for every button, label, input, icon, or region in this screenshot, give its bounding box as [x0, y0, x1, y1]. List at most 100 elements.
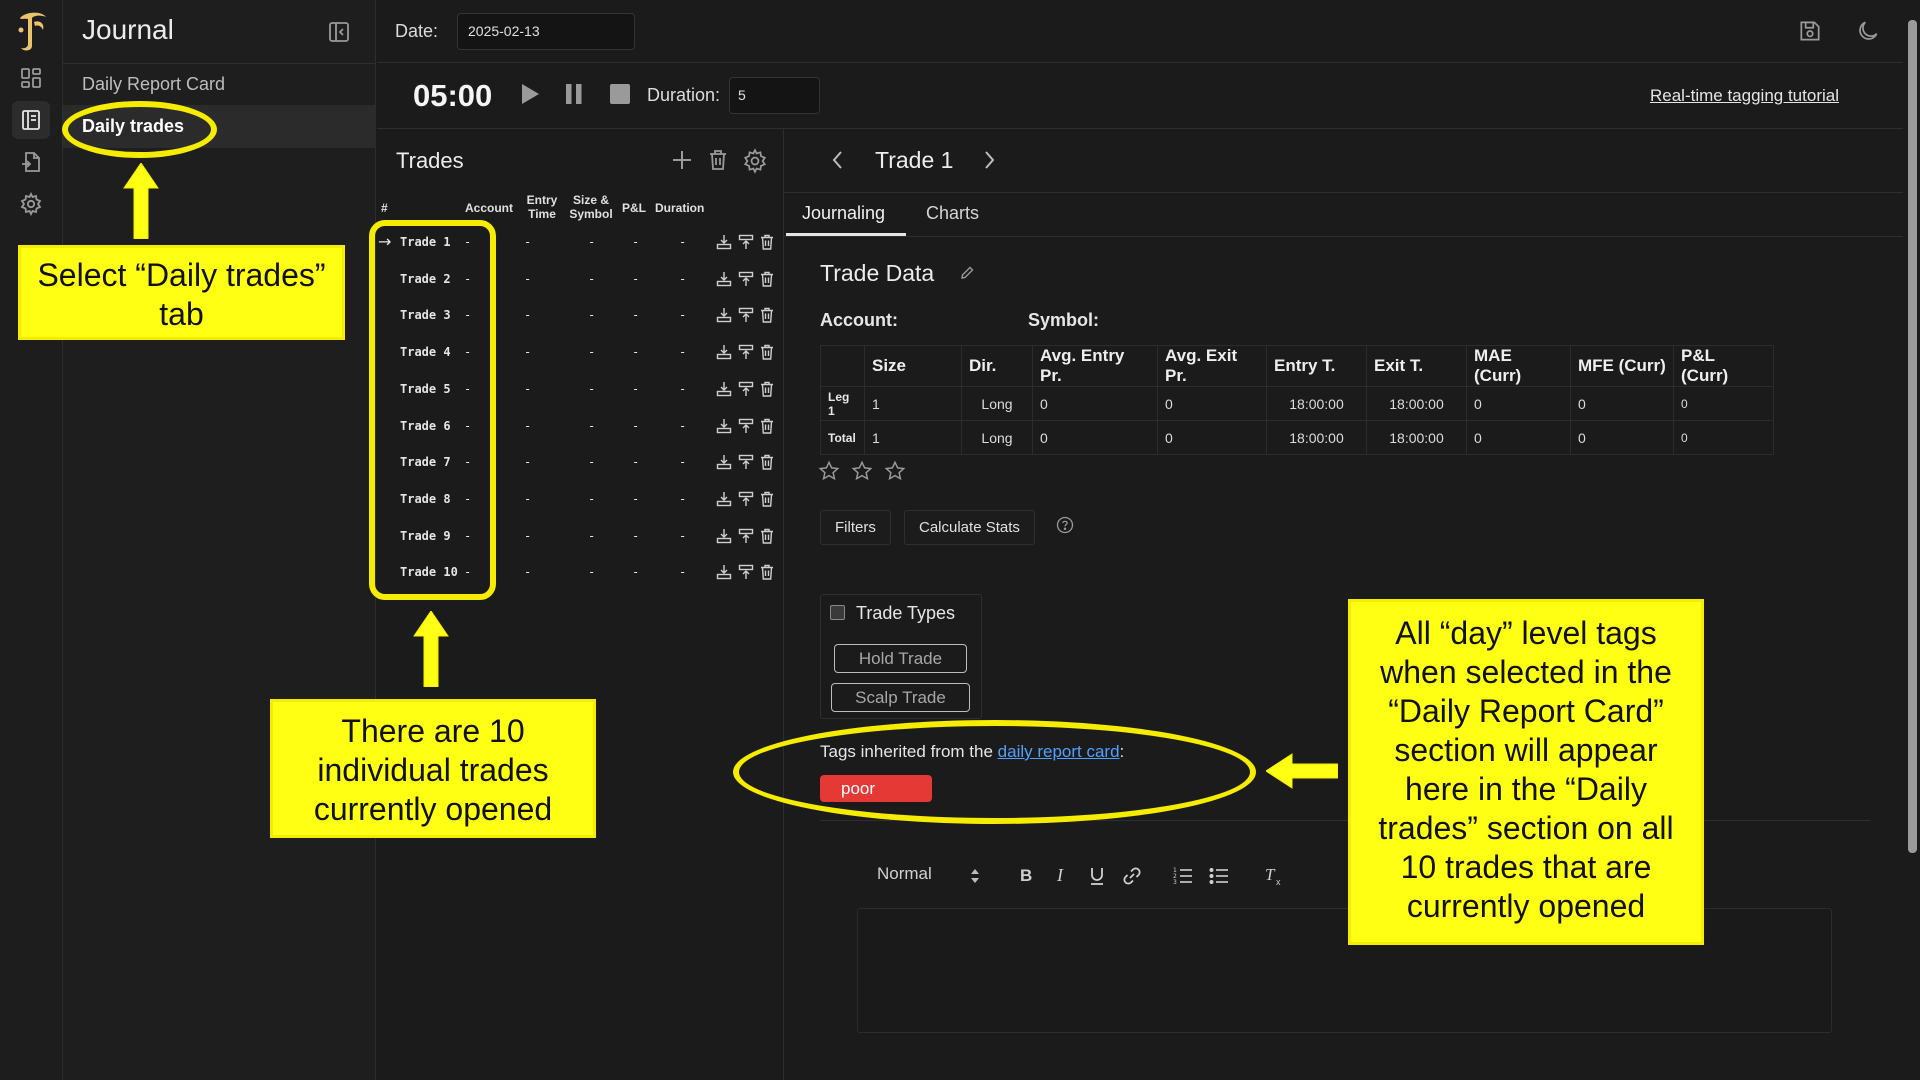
table-cell[interactable]: 0: [1673, 386, 1774, 421]
annotation-highlight-daily-trades: [62, 101, 217, 158]
stop-icon[interactable]: [609, 83, 631, 105]
page-scrollbar[interactable]: [1903, 0, 1920, 1080]
italic-icon[interactable]: I: [1054, 866, 1070, 884]
table-cell[interactable]: 0: [1570, 386, 1674, 421]
edit-pencil-icon[interactable]: [959, 265, 975, 281]
table-cell[interactable]: 0: [1673, 420, 1774, 455]
underline-icon[interactable]: [1089, 866, 1105, 886]
delete-trade-icon[interactable]: [760, 307, 774, 324]
add-exit-icon[interactable]: [738, 307, 754, 323]
bold-icon[interactable]: B: [1018, 866, 1034, 884]
tag-scalp-trade[interactable]: Scalp Trade: [831, 683, 970, 712]
text-format-select[interactable]: Normal: [877, 864, 932, 884]
settings-gear-icon[interactable]: [12, 185, 50, 223]
table-cell[interactable]: 0: [1570, 420, 1674, 455]
delete-trade-icon[interactable]: [760, 381, 774, 397]
add-entry-icon[interactable]: [716, 271, 732, 287]
delete-trade-icon[interactable]: [760, 418, 774, 434]
table-cell[interactable]: 0: [1157, 420, 1267, 455]
previous-trade-chevron-left-icon[interactable]: [829, 149, 847, 171]
trades-settings-gear-icon[interactable]: [742, 148, 768, 174]
table-cell[interactable]: 1: [864, 386, 962, 421]
add-exit-icon[interactable]: [738, 418, 754, 434]
trade-pnl-cell: -: [632, 418, 640, 433]
dark-mode-moon-icon[interactable]: [1855, 18, 1881, 44]
annotation-day-tags-callout: All “day” level tags when selected in th…: [1348, 599, 1704, 945]
column-header: Entry T.: [1266, 345, 1367, 387]
collapse-sidebar-icon[interactable]: [327, 20, 351, 44]
add-entry-icon[interactable]: [716, 454, 732, 470]
annotation-highlight-trades-list: [369, 220, 496, 600]
help-question-icon[interactable]: [1056, 516, 1074, 534]
filters-button[interactable]: Filters: [820, 510, 891, 545]
delete-trade-icon[interactable]: [760, 454, 774, 470]
star-icon[interactable]: [884, 460, 906, 482]
bullet-list-icon[interactable]: [1209, 866, 1229, 886]
next-trade-chevron-right-icon[interactable]: [980, 149, 998, 171]
delete-trade-icon[interactable]: [760, 564, 774, 580]
add-entry-icon[interactable]: [716, 491, 732, 507]
tag-hold-trade[interactable]: Hold Trade: [834, 644, 967, 673]
table-cell[interactable]: 18:00:00: [1366, 420, 1467, 455]
realtime-tagging-tutorial-link[interactable]: Real-time tagging tutorial: [1650, 86, 1839, 106]
add-exit-icon[interactable]: [738, 381, 754, 397]
rating-stars[interactable]: [818, 460, 906, 482]
add-trade-icon[interactable]: [670, 148, 694, 172]
delete-trade-icon[interactable]: [760, 491, 774, 507]
clear-formatting-icon[interactable]: Tx: [1264, 866, 1284, 886]
table-header-row: Size Dir. Avg. Entry Pr. Avg. Exit Pr. E…: [820, 345, 1774, 387]
add-entry-icon[interactable]: [716, 381, 732, 397]
tab-journaling[interactable]: Journaling: [802, 203, 885, 224]
table-cell[interactable]: 0: [1032, 386, 1158, 421]
add-entry-icon[interactable]: [716, 344, 732, 360]
add-exit-icon[interactable]: [738, 234, 754, 250]
add-exit-icon[interactable]: [738, 528, 754, 544]
tab-charts[interactable]: Charts: [926, 203, 979, 224]
save-icon[interactable]: [1797, 18, 1823, 44]
table-cell[interactable]: 18:00:00: [1266, 420, 1367, 455]
add-exit-icon[interactable]: [738, 491, 754, 507]
sidebar-item-daily-report-card[interactable]: Daily Report Card: [63, 63, 376, 106]
date-input[interactable]: 2025-02-13: [457, 13, 635, 50]
dashboard-icon[interactable]: [12, 59, 50, 97]
delete-trade-icon[interactable]: [760, 271, 774, 287]
link-icon[interactable]: [1122, 866, 1142, 886]
table-cell[interactable]: 0: [1466, 386, 1571, 421]
add-entry-icon[interactable]: [716, 564, 732, 580]
table-cell[interactable]: Long: [961, 420, 1033, 455]
star-icon[interactable]: [818, 460, 840, 482]
table-cell[interactable]: 1: [864, 420, 962, 455]
add-exit-icon[interactable]: [738, 564, 754, 580]
play-icon[interactable]: [520, 83, 540, 105]
star-icon[interactable]: [851, 460, 873, 482]
trade-entry-cell: -: [524, 345, 532, 360]
pause-icon[interactable]: [564, 83, 584, 105]
column-header-size-symbol: Size & Symbol: [569, 193, 613, 221]
table-cell[interactable]: 18:00:00: [1266, 386, 1367, 421]
scrollbar-thumb[interactable]: [1908, 20, 1917, 853]
add-entry-icon[interactable]: [716, 418, 732, 434]
ordered-list-icon[interactable]: 123: [1173, 866, 1193, 886]
delete-trade-icon[interactable]: [760, 528, 774, 544]
delete-trades-icon[interactable]: [706, 148, 730, 172]
add-exit-icon[interactable]: [738, 454, 754, 470]
table-cell[interactable]: 0: [1032, 420, 1158, 455]
add-entry-icon[interactable]: [716, 528, 732, 544]
delete-trade-icon[interactable]: [760, 344, 774, 360]
calculate-stats-button[interactable]: Calculate Stats: [904, 510, 1035, 545]
trade-row-actions: [716, 271, 774, 287]
table-cell[interactable]: 18:00:00: [1366, 386, 1467, 421]
table-cell[interactable]: 0: [1157, 386, 1267, 421]
journal-icon[interactable]: [12, 101, 50, 139]
add-entry-icon[interactable]: [716, 234, 732, 250]
trade-types-checkbox[interactable]: [830, 605, 845, 620]
table-cell[interactable]: Long: [961, 386, 1033, 421]
delete-trade-icon[interactable]: [760, 234, 774, 250]
duration-input[interactable]: 5: [729, 77, 820, 114]
table-cell[interactable]: 0: [1466, 420, 1571, 455]
import-file-icon[interactable]: [12, 143, 50, 181]
app-logo-icon[interactable]: [12, 8, 52, 54]
add-exit-icon[interactable]: [738, 344, 754, 360]
add-entry-icon[interactable]: [716, 307, 732, 323]
add-exit-icon[interactable]: [738, 271, 754, 287]
